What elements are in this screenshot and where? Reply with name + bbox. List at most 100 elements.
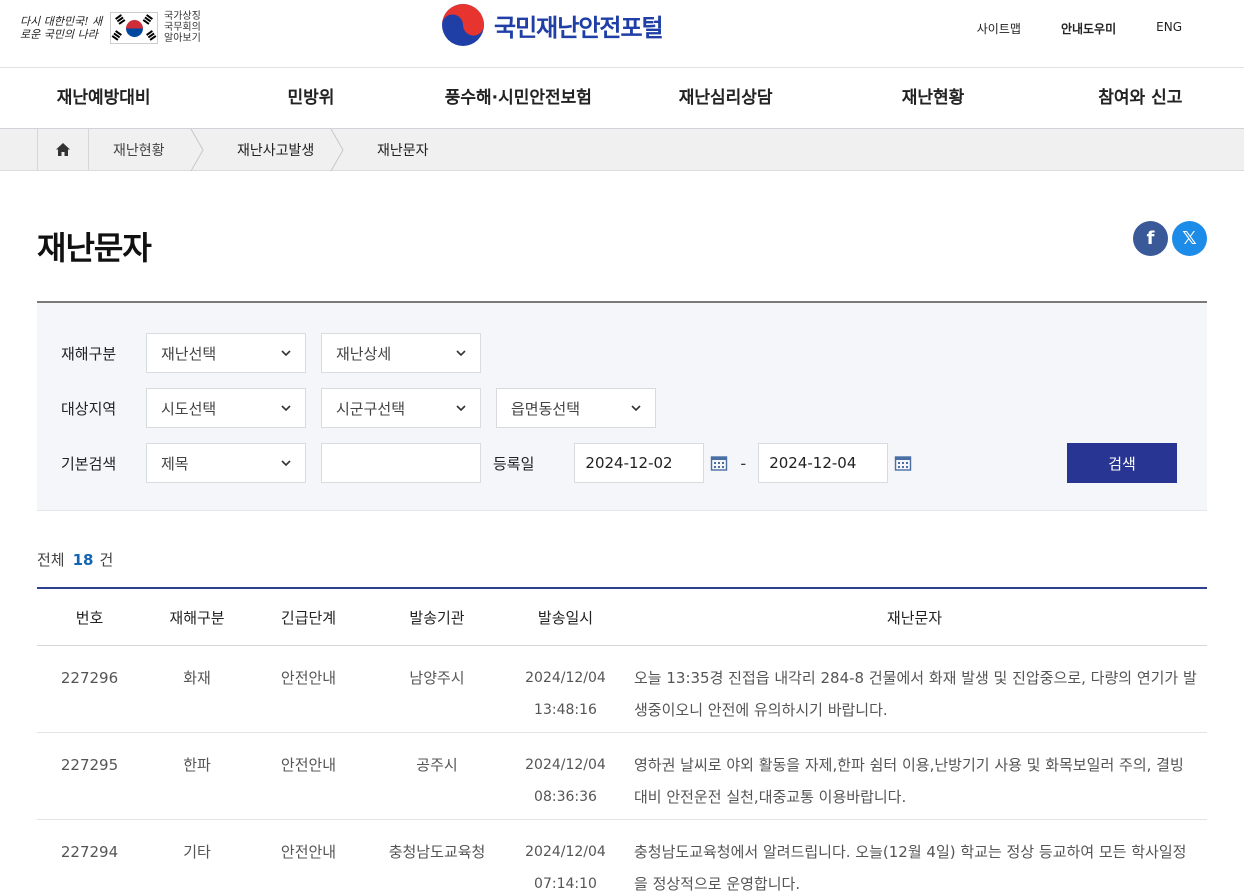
cell-message[interactable]: 충청남도교육청에서 알려드립니다. 오늘(12월 4일) 학교는 정상 등교하여… — [622, 820, 1207, 894]
search-field-select[interactable]: 제목 — [146, 443, 306, 483]
cell-level: 안전안내 — [280, 669, 337, 687]
home-link[interactable] — [37, 129, 89, 170]
breadcrumb-item-current[interactable]: 재난문자 — [344, 129, 459, 170]
x-share-button[interactable]: 𝕏 — [1172, 221, 1207, 256]
cell-datetime: 2024/12/04 13:48:16 — [509, 646, 622, 732]
english-link[interactable]: ENG — [1156, 20, 1182, 37]
total-count: 전체 18 건 — [37, 549, 1207, 569]
eupmyeondong-select[interactable]: 읍면동선택 — [496, 388, 656, 428]
sido-select[interactable]: 시도선택 — [146, 388, 306, 428]
national-symbol-link[interactable]: 국가상징 국무회의 알아보기 — [164, 11, 204, 44]
cell-date: 2024/12/04 — [525, 844, 606, 860]
cell-datetime: 2024/12/04 08:36:36 — [509, 733, 622, 819]
cell-org: 공주시 — [416, 756, 458, 774]
cell-type: 한파 — [183, 756, 211, 774]
chevron-down-icon — [631, 405, 641, 412]
gov-text-line: 국가상징 — [164, 11, 201, 22]
gov-text-line: 국무회의 — [164, 22, 201, 33]
cell-level: 안전안내 — [280, 756, 337, 774]
chevron-right-icon — [190, 129, 204, 171]
search-button[interactable]: 검색 — [1067, 443, 1177, 483]
nav-item-report[interactable]: 참여와 신고 — [1037, 68, 1244, 128]
nav-item-civil-defense[interactable]: 민방위 — [207, 68, 414, 128]
breadcrumb-label: 재난문자 — [377, 142, 429, 159]
utility-nav: 사이트맵 안내도우미 ENG — [937, 20, 1182, 37]
gov-text-line: 알아보기 — [164, 33, 201, 44]
breadcrumb: 재난현황 재난사고발생 재난문자 — [0, 129, 1244, 171]
facebook-share-button[interactable]: f — [1133, 221, 1168, 256]
cell-time: 08:36:36 — [534, 789, 597, 805]
select-value: 재난선택 — [161, 344, 217, 363]
table-row[interactable]: 227295 한파 안전안내 공주시 2024/12/04 08:36:36 영… — [37, 733, 1207, 820]
label-disaster-type: 재해구분 — [61, 344, 117, 363]
share-buttons: f 𝕏 — [1133, 221, 1207, 256]
cell-org: 충청남도교육청 — [388, 843, 486, 861]
total-prefix: 전체 — [37, 551, 65, 569]
cell-type: 기타 — [183, 843, 211, 861]
column-header: 발송기관 — [409, 608, 465, 627]
cell-type: 화재 — [183, 669, 211, 687]
slogan-text: 다시 대한민국! 새로운 국민의 나라 — [20, 14, 103, 41]
cell-date: 2024/12/04 — [525, 757, 606, 773]
main-nav: 재난예방대비 민방위 풍수해·시민안전보험 재난심리상담 재난현황 참여와 신고 — [0, 68, 1244, 129]
site-logo[interactable]: 국민재난안전포털 — [440, 2, 664, 48]
chevron-down-icon — [456, 405, 466, 412]
keyword-input[interactable] — [321, 443, 481, 483]
table-row[interactable]: 227296 화재 안전안내 남양주시 2024/12/04 13:48:16 … — [37, 646, 1207, 733]
select-value: 읍면동선택 — [511, 399, 581, 418]
cell-org: 남양주시 — [409, 669, 465, 687]
disaster-message-table: 번호 재해구분 긴급단계 발송기관 발송일시 재난문자 227296 화재 안전… — [37, 587, 1207, 894]
breadcrumb-label: 재난사고발생 — [237, 142, 315, 159]
search-row-region: 대상지역 시도선택 시군구선택 읍면동선택 — [61, 388, 671, 428]
table-row[interactable]: 227294 기타 안전안내 충청남도교육청 2024/12/04 07:14:… — [37, 820, 1207, 894]
x-icon: 𝕏 — [1182, 228, 1197, 249]
sigungu-select[interactable]: 시군구선택 — [321, 388, 481, 428]
cell-level: 안전안내 — [280, 843, 337, 861]
disaster-select[interactable]: 재난선택 — [146, 333, 306, 373]
breadcrumb-item[interactable]: 재난현황 — [89, 129, 204, 171]
title-row: 재난문자 f 𝕏 — [0, 171, 1244, 301]
total-number: 18 — [72, 551, 94, 569]
home-icon — [56, 143, 70, 156]
chevron-right-icon — [330, 129, 344, 171]
nav-item-status[interactable]: 재난현황 — [829, 68, 1036, 128]
guide-link[interactable]: 안내도우미 — [1061, 20, 1116, 37]
column-header: 재해구분 — [169, 608, 225, 627]
facebook-icon: f — [1146, 228, 1155, 249]
date-from-input[interactable]: 2024-12-02 — [574, 443, 705, 483]
sitemap-link[interactable]: 사이트맵 — [977, 20, 1021, 37]
nav-item-insurance[interactable]: 풍수해·시민안전보험 — [415, 68, 622, 128]
cell-datetime: 2024/12/04 07:14:10 — [509, 820, 622, 894]
column-header: 재난문자 — [886, 608, 943, 627]
cell-message[interactable]: 영하권 날씨로 야외 활동을 자제,한파 쉼터 이용,난방기기 사용 및 화목보… — [622, 733, 1207, 819]
breadcrumb-label: 재난현황 — [113, 142, 165, 159]
taeguk-logo-icon — [442, 4, 484, 46]
calendar-icon[interactable] — [894, 454, 912, 472]
chevron-down-icon — [281, 405, 291, 412]
column-header: 발송일시 — [537, 608, 594, 627]
site-title: 국민재난안전포털 — [494, 13, 664, 42]
disaster-detail-select[interactable]: 재난상세 — [321, 333, 481, 373]
search-panel: 재해구분 재난선택 재난상세 대상지역 시도선택 시군구선택 읍면동선택 기본검… — [37, 301, 1207, 511]
calendar-icon[interactable] — [710, 454, 728, 472]
breadcrumb-item[interactable]: 재난사고발생 — [204, 129, 344, 171]
cell-time: 13:48:16 — [534, 702, 597, 718]
column-header: 번호 — [75, 608, 104, 627]
label-reg-date: 등록일 — [493, 454, 535, 473]
cell-number: 227296 — [60, 669, 119, 687]
slogan-area[interactable]: 다시 대한민국! 새로운 국민의 나라 국가상징 국무회의 알아보기 — [20, 11, 204, 44]
table-header: 번호 재해구분 긴급단계 발송기관 발송일시 재난문자 — [37, 589, 1207, 646]
cell-date: 2024/12/04 — [525, 670, 606, 686]
nav-item-counseling[interactable]: 재난심리상담 — [622, 68, 829, 128]
cell-number: 227295 — [60, 756, 119, 774]
cell-number: 227294 — [60, 843, 119, 861]
date-to-input[interactable]: 2024-12-04 — [758, 443, 889, 483]
site-header: 다시 대한민국! 새로운 국민의 나라 국가상징 국무회의 알아보기 국민재난안… — [0, 0, 1244, 68]
select-value: 재난상세 — [336, 344, 392, 363]
chevron-down-icon — [281, 460, 291, 467]
nav-item-prevention[interactable]: 재난예방대비 — [0, 68, 207, 128]
date-separator: - — [740, 453, 747, 473]
cell-time: 07:14:10 — [534, 876, 597, 892]
cell-message[interactable]: 오늘 13:35경 진접읍 내각리 284-8 건물에서 화재 발생 및 진압중… — [622, 646, 1207, 732]
select-value: 제목 — [161, 454, 189, 473]
